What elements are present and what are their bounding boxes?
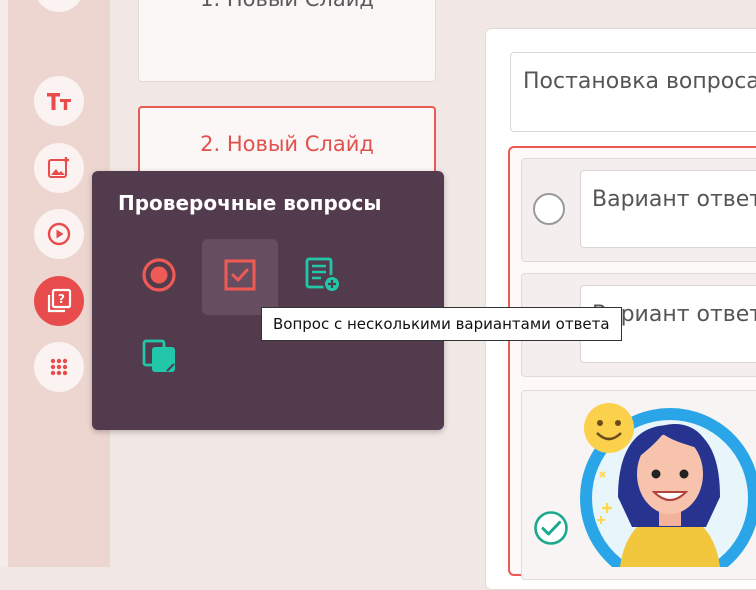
sidebar-quiz-button[interactable]: ? (34, 276, 84, 326)
answer-placeholder: Вариант ответа (592, 187, 756, 212)
question-placeholder: Постановка вопроса (523, 69, 756, 94)
text-icon (46, 90, 72, 112)
multiple-choice-icon (223, 258, 257, 296)
quiz-types-popup: Проверочные вопросы (92, 171, 444, 430)
image-add-icon (47, 156, 71, 180)
matching-button[interactable] (121, 320, 197, 396)
play-icon (47, 222, 71, 246)
multiple-choice-button[interactable] (202, 239, 278, 315)
sidebar-text-button[interactable] (34, 76, 84, 126)
question-input[interactable]: Постановка вопроса (510, 52, 756, 132)
matching-icon (140, 337, 178, 379)
svg-text:?: ? (58, 292, 65, 306)
single-choice-button[interactable] (121, 239, 197, 315)
grid-dots-icon (49, 357, 69, 377)
sidebar-top-button[interactable] (34, 0, 84, 12)
avatar-image (580, 402, 756, 588)
sidebar-image-button[interactable] (34, 143, 84, 193)
text-answer-button[interactable] (285, 239, 361, 315)
answer-radio[interactable] (533, 193, 565, 225)
slide-label: 1. Новый Слайд (139, 0, 435, 19)
quiz-icon: ? (46, 288, 72, 314)
slide-thumbnail-2[interactable]: 2. Новый Слайд (138, 106, 436, 178)
tooltip: Вопрос с несколькими вариантами ответа (261, 307, 622, 341)
text-answer-icon (304, 256, 342, 298)
correct-check-icon[interactable] (533, 510, 569, 550)
answer-input[interactable]: Вариант ответа (580, 170, 756, 248)
popup-title: Проверочные вопросы (118, 191, 382, 215)
single-choice-icon (141, 257, 177, 297)
slide-thumbnail-1[interactable]: 1. Новый Слайд (138, 0, 436, 82)
slide-label: 2. Новый Слайд (200, 132, 374, 156)
sidebar-video-button[interactable] (34, 209, 84, 259)
sidebar-more-button[interactable] (34, 342, 84, 392)
